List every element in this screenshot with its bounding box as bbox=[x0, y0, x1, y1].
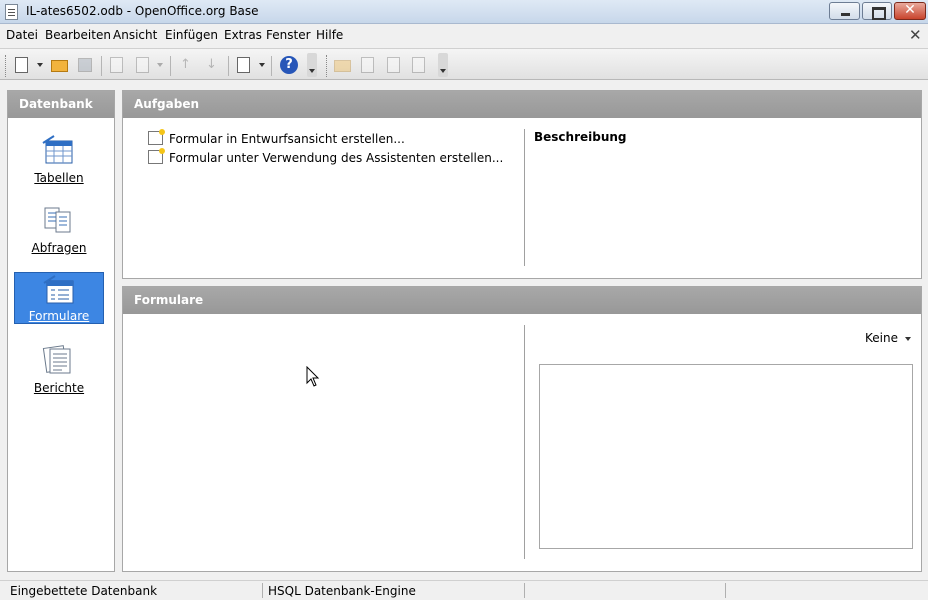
task-label: Formular unter Verwendung des Assistente… bbox=[169, 151, 504, 165]
close-document-icon[interactable]: ✕ bbox=[909, 26, 922, 44]
preview-mode-dropdown[interactable]: Keine bbox=[865, 331, 911, 345]
sidebar-item-berichte[interactable]: Berichte bbox=[14, 343, 104, 395]
restore-button[interactable] bbox=[862, 2, 892, 20]
sort-descending-button[interactable]: ↓ bbox=[202, 55, 222, 75]
tasks-panel: Aufgaben Formular in Entwurfsansicht ers… bbox=[122, 90, 922, 279]
menu-bearbeiten[interactable]: Bearbeiten bbox=[45, 28, 111, 42]
copy-icon bbox=[110, 57, 123, 73]
menu-hilfe[interactable]: Hilfe bbox=[316, 28, 343, 42]
save-icon bbox=[78, 58, 92, 72]
sidebar-item-label: Berichte bbox=[33, 381, 85, 395]
copy-button[interactable] bbox=[107, 55, 127, 75]
menu-bar: Datei Bearbeiten Ansicht Einfügen Extras… bbox=[0, 24, 928, 47]
save-button[interactable] bbox=[75, 55, 95, 75]
toolbar-separator bbox=[271, 56, 272, 76]
sort-ascending-icon: ↑ bbox=[180, 57, 191, 72]
help-icon: ? bbox=[280, 56, 298, 74]
new-dropdown-arrow[interactable] bbox=[37, 63, 43, 67]
sidebar-item-tabellen[interactable]: Tabellen bbox=[14, 133, 104, 185]
status-divider bbox=[262, 583, 263, 598]
status-database-type: Eingebettete Datenbank bbox=[10, 584, 158, 598]
minimize-button[interactable] bbox=[829, 2, 860, 20]
app-document-icon bbox=[5, 4, 18, 20]
menu-fenster[interactable]: Fenster bbox=[266, 28, 311, 42]
window-title: IL-ates6502.odb - OpenOffice.org Base bbox=[26, 4, 259, 18]
sidebar-item-label: Tabellen bbox=[34, 171, 84, 185]
database-panel: Datenbank Tabellen Abfragen Formulare Be… bbox=[7, 90, 115, 572]
toolbar-grip[interactable] bbox=[5, 55, 8, 77]
status-divider bbox=[725, 583, 726, 598]
delete-icon bbox=[387, 57, 400, 73]
toolbar-grip[interactable] bbox=[326, 55, 329, 77]
sidebar-item-label: Abfragen bbox=[31, 241, 87, 255]
open-button[interactable] bbox=[50, 55, 70, 75]
toolbar-separator bbox=[228, 56, 229, 76]
toolbar-separator bbox=[101, 56, 102, 76]
preview-area bbox=[539, 364, 913, 549]
create-form-wizard-link[interactable]: Formular unter Verwendung des Assistente… bbox=[148, 148, 504, 165]
paste-dropdown-arrow[interactable] bbox=[157, 63, 163, 67]
paste-icon bbox=[136, 57, 149, 73]
toolbar-overflow-button[interactable] bbox=[307, 53, 317, 77]
form-button[interactable] bbox=[234, 55, 254, 75]
new-document-icon bbox=[15, 57, 28, 73]
queries-icon bbox=[44, 207, 71, 233]
close-window-button[interactable]: ✕ bbox=[894, 2, 926, 20]
toolbar-overflow-button[interactable] bbox=[438, 53, 448, 77]
toolbar-separator bbox=[170, 56, 171, 76]
open-object-button[interactable] bbox=[333, 55, 353, 75]
sidebar-item-label: Formulare bbox=[28, 309, 90, 323]
form-design-icon bbox=[148, 129, 165, 145]
chevron-down-icon bbox=[905, 337, 911, 341]
create-form-design-view-link[interactable]: Formular in Entwurfsansicht erstellen... bbox=[148, 129, 405, 146]
menu-ansicht[interactable]: Ansicht bbox=[113, 28, 157, 42]
sort-descending-icon: ↓ bbox=[206, 57, 217, 72]
standard-toolbar: ↑ ↓ ? bbox=[0, 48, 928, 80]
reports-icon bbox=[42, 345, 71, 374]
status-bar: Eingebettete Datenbank HSQL Datenbank-En… bbox=[0, 580, 928, 600]
title-bar: IL-ates6502.odb - OpenOffice.org Base ✕ bbox=[0, 0, 928, 24]
description-title: Beschreibung bbox=[534, 130, 627, 144]
tasks-divider bbox=[524, 129, 525, 266]
rename-icon bbox=[412, 57, 425, 73]
form-icon bbox=[237, 57, 250, 73]
preview-mode-value: Keine bbox=[865, 331, 898, 345]
status-divider bbox=[524, 583, 525, 598]
status-engine: HSQL Datenbank-Engine bbox=[268, 584, 416, 598]
close-icon: ✕ bbox=[904, 2, 916, 18]
sidebar-item-formulare[interactable]: Formulare bbox=[14, 272, 104, 324]
form-wizard-icon bbox=[148, 148, 165, 164]
open-object-icon bbox=[334, 60, 351, 72]
menu-extras[interactable]: Extras bbox=[224, 28, 262, 42]
database-header: Datenbank bbox=[8, 91, 114, 118]
menu-datei[interactable]: Datei bbox=[6, 28, 38, 42]
rename-object-button[interactable] bbox=[409, 55, 429, 75]
forms-panel: Formulare Keine bbox=[122, 286, 922, 572]
forms-icon bbox=[43, 275, 74, 304]
edit-icon bbox=[361, 57, 374, 73]
new-document-button[interactable] bbox=[12, 55, 32, 75]
delete-object-button[interactable] bbox=[384, 55, 404, 75]
edit-object-button[interactable] bbox=[358, 55, 378, 75]
paste-button[interactable] bbox=[133, 55, 153, 75]
task-label: Formular in Entwurfsansicht erstellen... bbox=[169, 132, 405, 146]
help-button[interactable]: ? bbox=[279, 55, 299, 75]
forms-divider bbox=[524, 325, 525, 559]
tables-icon bbox=[42, 135, 73, 164]
mouse-cursor-icon bbox=[306, 366, 320, 387]
form-dropdown-arrow[interactable] bbox=[259, 63, 265, 67]
folder-open-icon bbox=[51, 60, 68, 72]
sidebar-item-abfragen[interactable]: Abfragen bbox=[14, 203, 104, 255]
sort-ascending-button[interactable]: ↑ bbox=[176, 55, 196, 75]
tasks-header: Aufgaben bbox=[123, 91, 921, 118]
menu-einfuegen[interactable]: Einfügen bbox=[165, 28, 218, 42]
forms-header: Formulare bbox=[123, 287, 921, 314]
